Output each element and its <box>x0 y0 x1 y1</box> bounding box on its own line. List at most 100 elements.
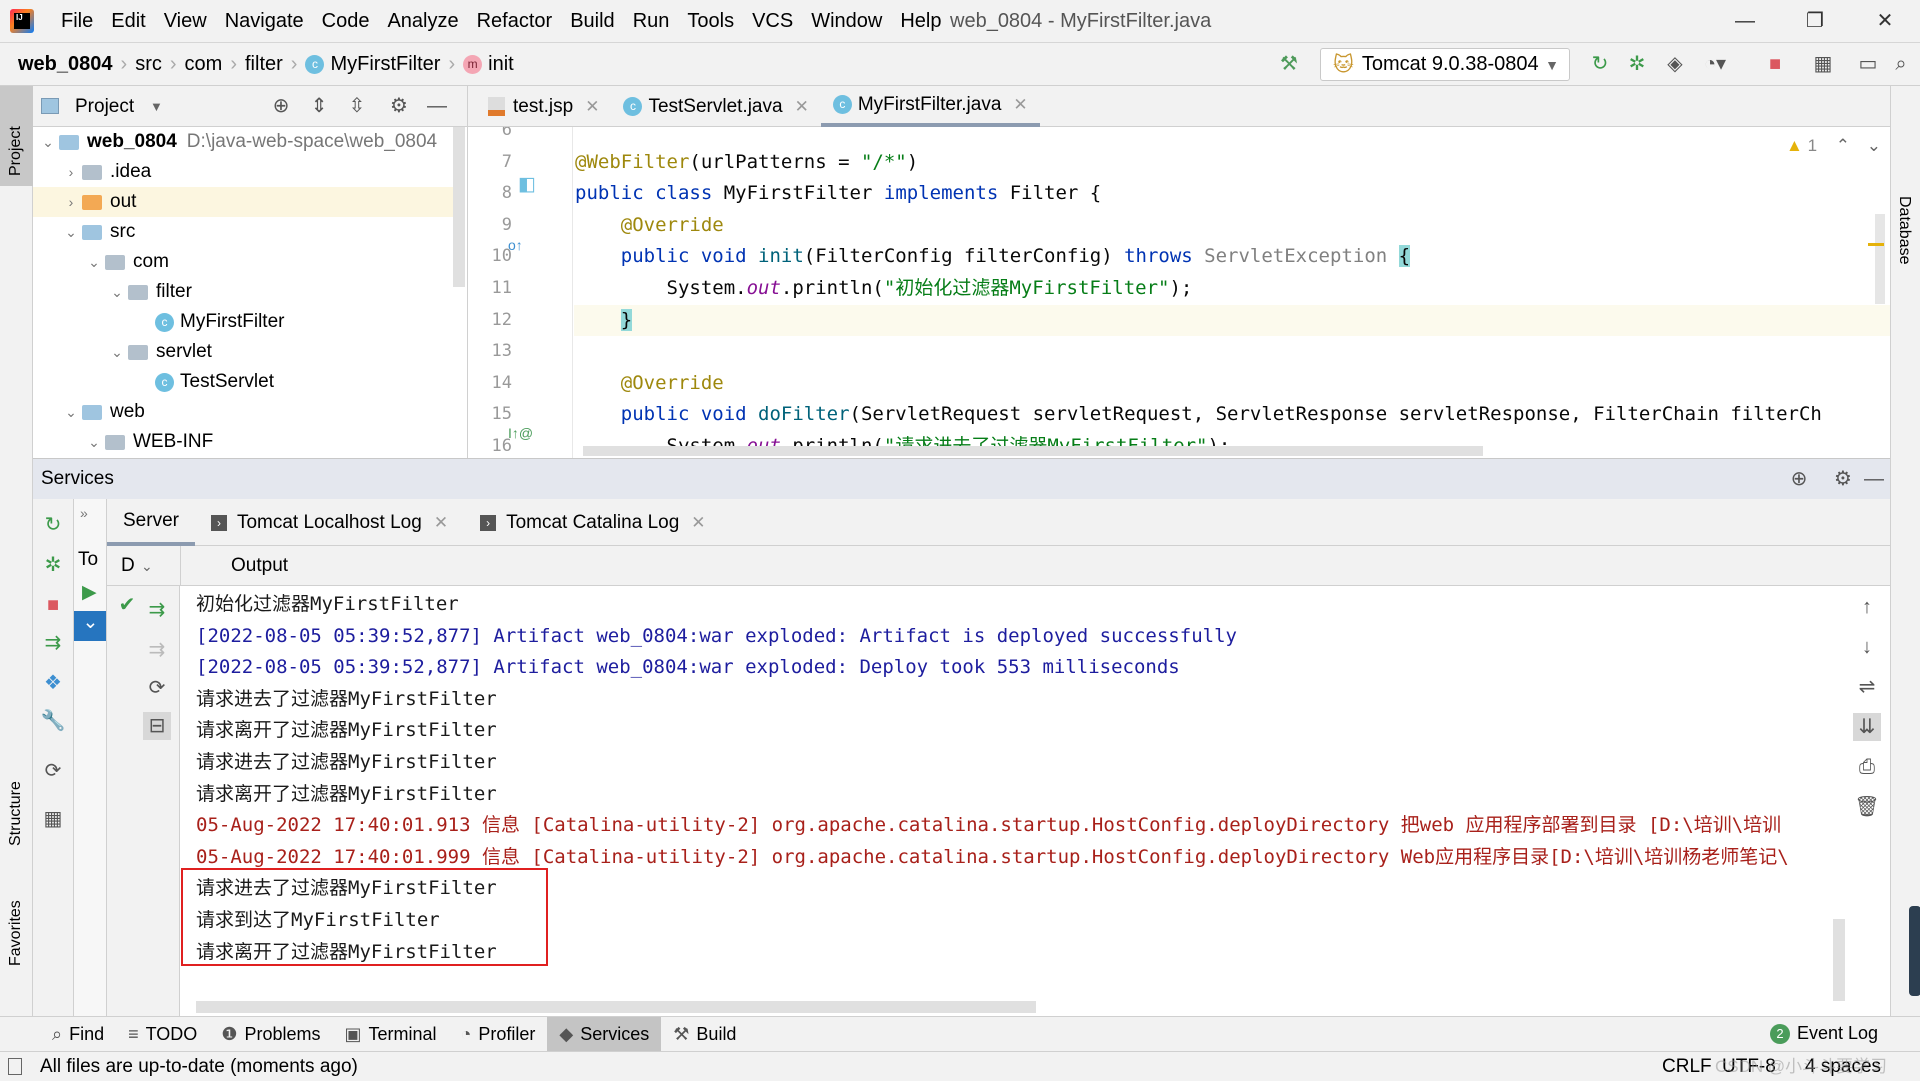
tree-item[interactable]: ⌄ filter <box>33 277 453 307</box>
hide-icon[interactable]: — <box>1860 465 1888 493</box>
breadcrumb-class[interactable]: MyFirstFilter <box>330 53 440 76</box>
tool-window-problems[interactable]: ❶ Problems <box>209 1017 332 1052</box>
editor-tab[interactable]: c TestServlet.java ✕ <box>611 86 820 127</box>
tree-item[interactable]: ⌄ src <box>33 217 453 247</box>
tree-item[interactable]: ⌄ WEB-INF <box>33 427 453 457</box>
gear-icon[interactable]: ⚙ <box>385 92 413 120</box>
refresh-icon[interactable]: ⟳ <box>39 757 67 785</box>
override-icon[interactable]: I↑@ <box>508 425 533 441</box>
project-tool-button[interactable]: Project <box>7 126 25 176</box>
tool-window-services[interactable]: ◆ Services <box>547 1016 662 1052</box>
chevron-down-icon[interactable]: ⌄ <box>83 254 105 271</box>
menu-run[interactable]: Run <box>624 0 679 43</box>
menu-refactor[interactable]: Refactor <box>468 0 562 43</box>
menu-navigate[interactable]: Navigate <box>216 0 313 43</box>
redeploy-icon[interactable]: ⇉ <box>143 636 171 664</box>
chevron-down-icon[interactable]: ⌄ <box>74 611 106 641</box>
tool-window-build[interactable]: ⚒ Build <box>661 1017 748 1052</box>
editor-tab[interactable]: test.jsp ✕ <box>476 86 611 127</box>
status-toggle-icon[interactable] <box>8 1058 22 1075</box>
search-icon[interactable]: ⌕ <box>1886 49 1916 79</box>
hide-icon[interactable]: — <box>423 92 451 120</box>
print-icon[interactable]: ⎙ <box>1853 753 1881 781</box>
rerun-icon[interactable]: ↻ <box>1585 49 1615 79</box>
refresh-icon[interactable]: ⟳ <box>143 674 171 702</box>
tree-item[interactable]: ⌄ com <box>33 247 453 277</box>
run-configuration-select[interactable]: 🐱 Tomcat 9.0.38-0804 ▼ <box>1320 48 1570 81</box>
favorites-tool-button[interactable]: Favorites <box>7 900 25 966</box>
wrap-icon[interactable]: ⇌ <box>1853 673 1881 701</box>
services-tab[interactable]: Server <box>107 499 195 546</box>
project-structure-icon[interactable]: ▦ <box>1808 49 1838 79</box>
deployment-column[interactable]: D <box>121 546 135 586</box>
tree-item[interactable]: c MyFirstFilter <box>33 307 453 337</box>
chevron-down-icon[interactable]: ⌄ <box>106 344 128 361</box>
build-hammer-icon[interactable]: ⚒ <box>1274 49 1304 79</box>
stop-icon[interactable]: ■ <box>39 591 67 619</box>
implemented-icon[interactable]: ◧ <box>518 173 536 196</box>
group-icon[interactable]: ▦ <box>39 805 67 833</box>
breadcrumb-method[interactable]: init <box>488 53 514 76</box>
close-tab-icon[interactable]: ✕ <box>585 97 599 117</box>
output-vertical-scrollbar[interactable] <box>1833 919 1845 1001</box>
tool-window-profiler[interactable]: ◔ Profiler <box>449 1017 548 1052</box>
restore-button[interactable]: ❐ <box>1785 0 1845 43</box>
locate-icon[interactable]: ⊕ <box>267 92 295 120</box>
menu-code[interactable]: Code <box>313 0 379 43</box>
output-horizontal-scrollbar[interactable] <box>196 1001 1036 1013</box>
previous-highlight-icon[interactable]: ⌃ <box>1836 136 1850 155</box>
breadcrumb-com[interactable]: com <box>185 53 223 76</box>
menu-edit[interactable]: Edit <box>102 0 154 43</box>
update-icon[interactable]: ⇉ <box>143 596 171 624</box>
chevron-right-icon[interactable]: › <box>60 194 82 210</box>
next-highlight-icon[interactable]: ⌄ <box>1867 136 1881 155</box>
close-tab-icon[interactable]: ✕ <box>434 513 448 533</box>
tool-window-terminal[interactable]: ▣ Terminal <box>332 1017 448 1052</box>
chevron-down-icon[interactable]: ⌄ <box>60 404 82 421</box>
debug-icon[interactable]: ✲ <box>1622 49 1652 79</box>
chevron-down-icon[interactable]: ⌄ <box>37 134 59 151</box>
run-icon[interactable]: ▶ <box>82 581 97 604</box>
project-scrollbar[interactable] <box>453 127 465 287</box>
menu-vcs[interactable]: VCS <box>743 0 802 43</box>
stop-icon[interactable]: ■ <box>1760 49 1790 79</box>
close-tab-icon[interactable]: ✕ <box>691 513 705 533</box>
project-view-select[interactable]: Project <box>75 86 134 127</box>
menu-tools[interactable]: Tools <box>678 0 743 43</box>
override-icon[interactable]: o↑ <box>508 237 523 253</box>
breadcrumb-src[interactable]: src <box>135 53 162 76</box>
chevron-down-icon[interactable]: ⌄ <box>141 546 153 586</box>
scroll-to-end-icon[interactable]: ⇊ <box>1853 713 1881 741</box>
tree-item[interactable]: c TestServlet <box>33 367 453 397</box>
expand-icon[interactable]: » <box>80 505 88 521</box>
soft-wrap-icon[interactable]: ⊟ <box>143 712 171 740</box>
tree-item[interactable]: ⌄ web_0804 D:\java-web-space\web_0804 <box>33 127 453 157</box>
close-tab-icon[interactable]: ✕ <box>1013 95 1027 115</box>
deploy-icon[interactable]: ⇉ <box>39 629 67 657</box>
warning-marker[interactable] <box>1868 243 1884 246</box>
tree-item[interactable]: ⌄ web <box>33 397 453 427</box>
line-separator[interactable]: CRLF <box>1662 1052 1712 1081</box>
collapse-all-icon[interactable]: ⇳ <box>343 92 371 120</box>
editor-vertical-scrollbar[interactable] <box>1875 214 1885 304</box>
editor-tab[interactable]: c MyFirstFilter.java ✕ <box>820 86 1040 127</box>
tree-item[interactable]: › .idea <box>33 157 453 187</box>
services-tab[interactable]: › Tomcat Catalina Log ✕ <box>464 499 721 546</box>
profile-icon[interactable]: ◔▾ <box>1700 49 1730 79</box>
database-tool-button[interactable]: Database <box>1895 196 1913 265</box>
tool-window-find[interactable]: ⌕ Find <box>40 1017 116 1052</box>
clear-icon[interactable]: 🗑 <box>1853 793 1881 821</box>
menu-file[interactable]: File <box>52 0 102 43</box>
tree-item[interactable]: ⌄ servlet <box>33 337 453 367</box>
services-tab[interactable]: › Tomcat Localhost Log ✕ <box>195 499 464 546</box>
close-tab-icon[interactable]: ✕ <box>795 97 809 117</box>
coverage-icon[interactable]: ◈ <box>1660 49 1690 79</box>
expand-all-icon[interactable]: ⇕ <box>305 92 333 120</box>
menu-help[interactable]: Help <box>891 0 950 43</box>
gear-icon[interactable]: ⚙ <box>1829 465 1857 493</box>
code-area[interactable]: @WebFilter(urlPatterns = "/*") public cla… <box>574 127 1890 458</box>
services-tree-item[interactable]: To <box>78 549 98 571</box>
layout-icon[interactable]: ▭ <box>1853 49 1883 79</box>
chevron-right-icon[interactable]: › <box>60 164 82 180</box>
structure-tool-button[interactable]: Structure <box>7 781 25 846</box>
